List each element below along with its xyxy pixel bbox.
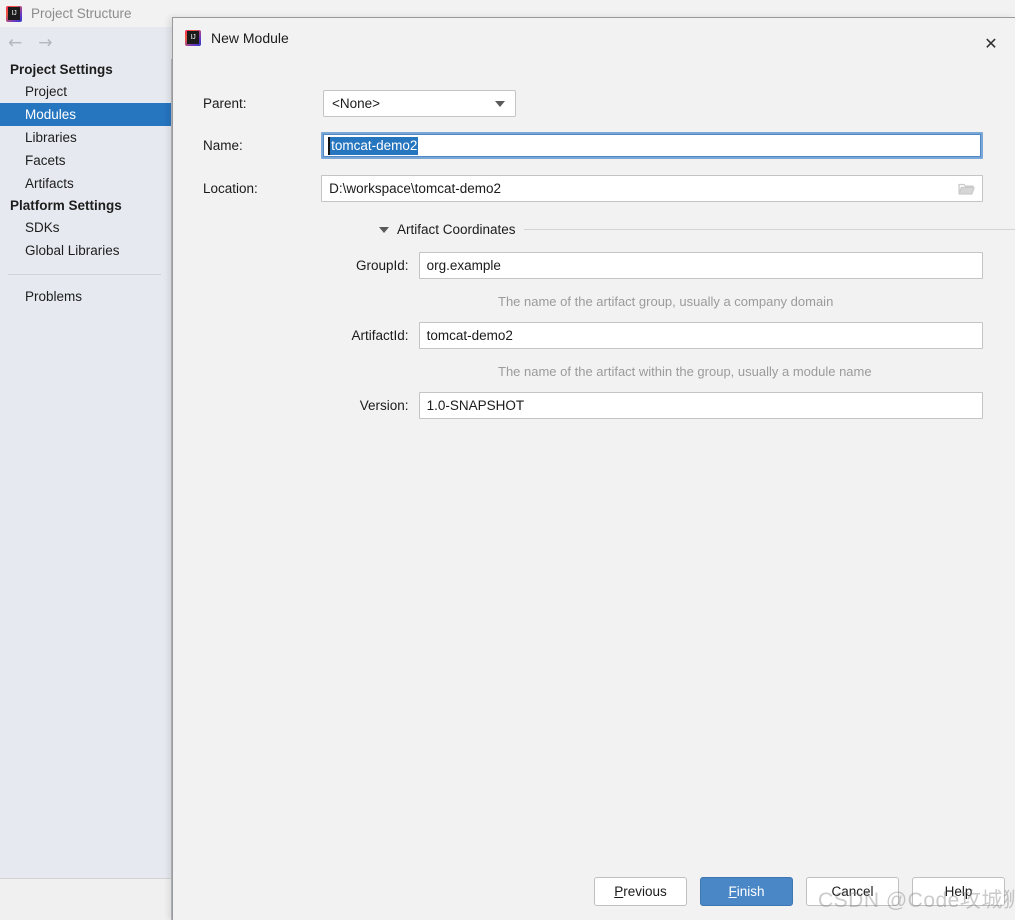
finish-button-mnemonic: F [728,884,736,899]
folder-icon[interactable] [956,180,976,198]
sidebar-item-problems[interactable]: Problems [0,285,171,308]
location-input[interactable]: D:\workspace\tomcat-demo2 [321,175,983,202]
finish-button-label: inish [737,884,765,899]
artifact-id-hint: The name of the artifact within the grou… [498,364,872,379]
previous-button-label: revious [623,884,667,899]
previous-button[interactable]: Previous [594,877,687,906]
sidebar-divider [8,274,161,275]
sidebar-navigation-bar: ← → [0,27,172,59]
artifact-id-input-value: tomcat-demo2 [427,328,513,343]
settings-sidebar: Project Settings Project Modules Librari… [0,59,172,878]
sidebar-item-modules[interactable]: Modules [0,103,171,126]
version-input-value: 1.0-SNAPSHOT [427,398,525,413]
group-id-label: GroupId: [203,258,419,273]
sidebar-group-project-settings: Project Settings [0,59,171,80]
group-id-hint: The name of the artifact group, usually … [498,294,833,309]
sidebar-item-artifacts[interactable]: Artifacts [0,172,171,195]
previous-button-mnemonic: P [614,884,623,899]
group-id-input-value: org.example [427,258,501,273]
new-module-dialog: New Module ✕ Parent: <None> Name: tomcat… [172,17,1015,920]
cancel-button-label: Cancel [831,884,873,899]
finish-button[interactable]: Finish [700,877,793,906]
name-label: Name: [203,138,321,153]
group-id-input[interactable]: org.example [419,252,983,279]
parent-label: Parent: [203,96,323,111]
sidebar-item-sdks[interactable]: SDKs [0,216,171,239]
artifact-coordinates-section-header: Artifact Coordinates [379,222,1015,237]
name-input-value: tomcat-demo2 [328,137,418,155]
version-label: Version: [203,398,419,413]
sidebar-group-platform-settings: Platform Settings [0,195,171,216]
dialog-titlebar: New Module [173,18,1015,58]
section-rule [524,229,1015,230]
parent-selected-value: <None> [332,96,380,111]
close-icon[interactable]: ✕ [977,29,1005,57]
sidebar-item-global-libraries[interactable]: Global Libraries [0,239,171,262]
name-input[interactable]: tomcat-demo2 [321,132,983,159]
field-row-parent: Parent: <None> [203,90,983,117]
parent-dropdown[interactable]: <None> [323,90,516,117]
field-row-location: Location: D:\workspace\tomcat-demo2 [203,175,983,202]
chevron-down-icon [495,101,505,107]
sidebar-item-project[interactable]: Project [0,80,171,103]
dialog-footer: Previous Finish Cancel Help [173,860,1015,920]
location-label: Location: [203,181,321,196]
sidebar-item-libraries[interactable]: Libraries [0,126,171,149]
arrow-left-icon[interactable]: ← [8,35,22,52]
help-button[interactable]: Help [912,877,1005,906]
arrow-right-icon[interactable]: → [38,35,52,52]
version-input[interactable]: 1.0-SNAPSHOT [419,392,983,419]
sidebar-item-facets[interactable]: Facets [0,149,171,172]
cancel-button[interactable]: Cancel [806,877,899,906]
intellij-idea-icon [185,30,201,46]
artifact-id-input[interactable]: tomcat-demo2 [419,322,983,349]
sidebar-footer-area [0,878,172,920]
field-row-version: Version: 1.0-SNAPSHOT [203,392,983,419]
help-button-label: Help [945,884,973,899]
window-title: Project Structure [31,6,132,21]
field-row-group-id: GroupId: org.example [203,252,983,279]
artifact-id-label: ArtifactId: [203,328,419,343]
field-row-name: Name: tomcat-demo2 [203,132,983,159]
triangle-down-icon[interactable] [379,227,389,233]
field-row-artifact-id: ArtifactId: tomcat-demo2 [203,322,983,349]
artifact-coordinates-label: Artifact Coordinates [397,222,516,237]
intellij-idea-icon [6,6,22,22]
dialog-title: New Module [211,30,289,46]
new-module-form: Parent: <None> Name: tomcat-demo2 Locati… [173,58,1015,878]
location-input-value: D:\workspace\tomcat-demo2 [329,181,501,196]
